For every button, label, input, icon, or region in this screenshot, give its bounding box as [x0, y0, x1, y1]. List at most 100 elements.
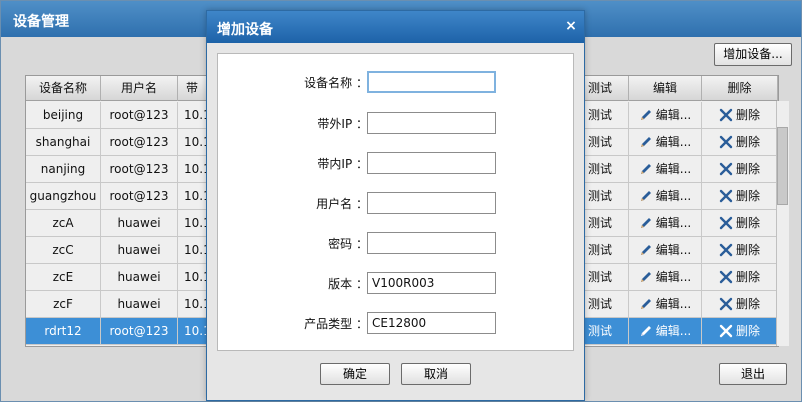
cell-test[interactable]: 测试	[584, 210, 629, 236]
x-mark-icon	[719, 324, 733, 338]
column-header-edit[interactable]: 编辑	[629, 76, 702, 101]
version-input[interactable]	[367, 272, 496, 294]
username-label: 用户名 ：	[316, 197, 368, 211]
username-input[interactable]	[367, 192, 496, 214]
password-input[interactable]	[367, 232, 496, 254]
delete-label: 删除	[735, 162, 760, 176]
delete-action[interactable]: 删除	[719, 237, 760, 263]
column-header-username[interactable]: 用户名	[101, 76, 178, 101]
out-of-band-ip-input[interactable]	[367, 112, 496, 134]
pencil-icon	[640, 299, 651, 309]
cell-device-name: zcC	[26, 237, 101, 263]
close-icon[interactable]: ×	[564, 18, 578, 34]
cell-test[interactable]: 测试	[584, 183, 629, 209]
cell-test[interactable]: 测试	[584, 291, 629, 317]
cell-edit[interactable]: 编辑...	[629, 318, 702, 344]
cell-delete[interactable]: 删除	[702, 102, 778, 128]
x-mark-icon	[719, 270, 733, 284]
delete-label: 删除	[735, 324, 760, 338]
cancel-button[interactable]: 取消	[401, 363, 471, 385]
out-of-band-ip-label: 带外IP ：	[317, 117, 368, 131]
add-device-button[interactable]: 增加设备...	[714, 43, 792, 66]
edit-action[interactable]: 编辑...	[639, 129, 691, 155]
password-label: 密码 ：	[328, 237, 368, 251]
ok-button[interactable]: 确定	[320, 363, 390, 385]
edit-action[interactable]: 编辑...	[639, 291, 691, 317]
pencil-icon	[640, 245, 651, 255]
cell-test[interactable]: 测试	[584, 264, 629, 290]
column-header-device-name[interactable]: 设备名称	[26, 76, 101, 101]
exit-button[interactable]: 退出	[719, 363, 787, 385]
pencil-icon	[640, 137, 651, 147]
cell-delete[interactable]: 删除	[702, 210, 778, 236]
cell-edit[interactable]: 编辑...	[629, 291, 702, 317]
cell-edit[interactable]: 编辑...	[629, 102, 702, 128]
x-mark-icon	[719, 216, 733, 230]
pencil-icon	[640, 164, 651, 174]
cell-test[interactable]: 测试	[584, 237, 629, 263]
cell-edit[interactable]: 编辑...	[629, 129, 702, 155]
edit-action[interactable]: 编辑...	[639, 237, 691, 263]
cell-delete[interactable]: 删除	[702, 156, 778, 182]
cell-username: huawei	[101, 237, 178, 263]
cell-test[interactable]: 测试	[584, 156, 629, 182]
cell-edit[interactable]: 编辑...	[629, 264, 702, 290]
pencil-icon	[640, 191, 651, 201]
delete-action[interactable]: 删除	[719, 183, 760, 209]
cell-test[interactable]: 测试	[584, 318, 629, 344]
delete-label: 删除	[735, 297, 760, 311]
delete-action[interactable]: 删除	[719, 210, 760, 236]
edit-action[interactable]: 编辑...	[639, 156, 691, 182]
cell-device-name: beijing	[26, 102, 101, 128]
cell-device-name: rdrt12	[26, 318, 101, 344]
edit-label: 编辑...	[655, 270, 692, 284]
delete-label: 删除	[735, 270, 760, 284]
cell-edit[interactable]: 编辑...	[629, 210, 702, 236]
cell-delete[interactable]: 删除	[702, 318, 778, 344]
edit-action[interactable]: 编辑...	[639, 318, 691, 344]
column-header-delete[interactable]: 删除	[702, 76, 778, 101]
table-scrollbar-thumb[interactable]	[777, 127, 788, 205]
product-type-label: 产品类型 ：	[304, 317, 368, 331]
cell-device-name: zcE	[26, 264, 101, 290]
cell-device-name: zcA	[26, 210, 101, 236]
cell-test[interactable]: 测试	[584, 129, 629, 155]
cell-device-name: nanjing	[26, 156, 101, 182]
cell-username: root@123	[101, 183, 178, 209]
x-mark-icon	[719, 297, 733, 311]
in-band-ip-input[interactable]	[367, 152, 496, 174]
cell-delete[interactable]: 删除	[702, 291, 778, 317]
edit-action[interactable]: 编辑...	[639, 210, 691, 236]
pencil-icon	[640, 272, 651, 282]
delete-action[interactable]: 删除	[719, 318, 760, 344]
edit-action[interactable]: 编辑...	[639, 102, 691, 128]
device-name-input[interactable]	[367, 71, 496, 93]
pencil-icon	[640, 218, 651, 228]
cell-username: huawei	[101, 264, 178, 290]
delete-action[interactable]: 删除	[719, 129, 760, 155]
edit-action[interactable]: 编辑...	[639, 264, 691, 290]
cell-username: huawei	[101, 210, 178, 236]
edit-label: 编辑...	[655, 297, 692, 311]
version-label: 版本 ：	[328, 277, 368, 291]
cell-edit[interactable]: 编辑...	[629, 183, 702, 209]
delete-action[interactable]: 删除	[719, 264, 760, 290]
cell-delete[interactable]: 删除	[702, 183, 778, 209]
cell-test[interactable]: 测试	[584, 102, 629, 128]
delete-action[interactable]: 删除	[719, 291, 760, 317]
dialog-title: 增加设备	[207, 11, 584, 43]
cell-delete[interactable]: 删除	[702, 237, 778, 263]
x-mark-icon	[719, 189, 733, 203]
delete-label: 删除	[735, 108, 760, 122]
cell-device-name: guangzhou	[26, 183, 101, 209]
cell-delete[interactable]: 删除	[702, 264, 778, 290]
product-type-input[interactable]	[367, 312, 496, 334]
cell-delete[interactable]: 删除	[702, 129, 778, 155]
cell-username: root@123	[101, 102, 178, 128]
delete-action[interactable]: 删除	[719, 156, 760, 182]
column-header-test[interactable]: 测试	[584, 76, 629, 101]
edit-action[interactable]: 编辑...	[639, 183, 691, 209]
cell-edit[interactable]: 编辑...	[629, 156, 702, 182]
cell-edit[interactable]: 编辑...	[629, 237, 702, 263]
delete-action[interactable]: 删除	[719, 102, 760, 128]
